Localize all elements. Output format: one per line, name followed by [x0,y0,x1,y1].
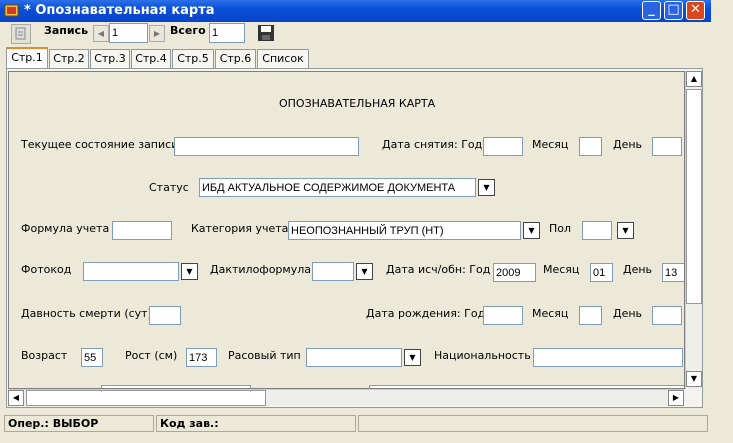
dactyl-formula-label: Дактилоформула [210,263,311,276]
status-bar: Опер.: ВЫБОР Код зав.: [0,413,711,433]
entry-day-field[interactable]: 13 [662,263,684,282]
tab-page-1[interactable]: Стр.1 [6,47,48,68]
height-field[interactable]: 173 [186,348,217,367]
current-state-label: Текущее состояние записи [21,138,179,151]
tab-page-3[interactable]: Стр.3 [90,49,130,68]
birth-year-label: Дата рождения: Год [366,307,486,320]
prev-record-button[interactable]: ◀ [93,25,109,42]
photocode-label: Фотокод [21,263,72,276]
entry-day-label: День [623,263,653,276]
entry-year-field[interactable]: 2009 [493,263,536,282]
form-area: ОПОЗНАВАТЕЛЬНАЯ КАРТА Текущее состояние … [8,71,685,389]
race-label: Расовый тип [228,349,301,362]
chevron-left-icon: ◀ [12,393,20,402]
minimize-button[interactable]: _ [642,1,661,20]
status-operation: Опер.: ВЫБОР [4,415,154,432]
account-formula-label: Формула учета [21,222,110,235]
race-select[interactable] [306,348,402,367]
chevron-down-icon: ▼ [622,226,629,235]
print-icon [15,27,26,40]
vertical-scrollbar[interactable]: ▲ ▼ [685,71,702,389]
next-record-button[interactable]: ▶ [149,25,165,42]
chevron-down-icon: ▼ [690,374,698,383]
age-field[interactable]: 55 [81,348,103,367]
chevron-up-icon: ▲ [690,74,698,83]
tab-page-2[interactable]: Стр.2 [49,49,89,68]
save-icon [258,25,274,41]
chevron-right-icon: ▶ [672,393,680,402]
close-button[interactable]: ✕ [686,1,705,20]
photocode-dropdown-button[interactable]: ▼ [181,263,198,280]
dactyl-formula-select[interactable] [312,262,354,281]
removal-year-field[interactable] [483,137,523,156]
main-window: * Опознавательная карта _ □ ✕ Запись ◀ 1… [0,0,711,443]
chevron-down-icon: ▼ [409,353,416,362]
birth-day-field[interactable] [652,306,682,325]
scroll-left-button[interactable]: ◀ [8,390,24,406]
account-category-label: Категория учета [191,222,289,235]
record-label: Запись [44,24,89,37]
form-heading: ОПОЗНАВАТЕЛЬНАЯ КАРТА [279,97,436,110]
removal-month-field[interactable] [579,137,602,156]
status-label: Статус [149,181,189,194]
window-title: * Опознавательная карта [24,3,215,18]
account-formula-field[interactable] [112,221,172,240]
sex-dropdown-button[interactable]: ▼ [617,222,634,239]
account-category-dropdown-button[interactable]: ▼ [523,222,540,239]
chevron-down-icon: ▼ [483,183,490,192]
horizontal-scroll-thumb[interactable] [26,390,266,406]
photocode-select[interactable] [83,262,179,281]
scroll-up-button[interactable]: ▲ [686,71,702,87]
entry-year-label: Дата исч/обн: Год [386,263,491,276]
status-select[interactable]: ИБД АКТУАЛЬНОЕ СОДЕРЖИМОЕ ДОКУМЕНТА [199,178,476,197]
title-bar[interactable]: * Опознавательная карта _ □ ✕ [0,0,711,22]
status-dropdown-button[interactable]: ▼ [478,179,495,196]
vertical-scroll-thumb[interactable] [686,89,702,304]
print-button[interactable] [11,24,31,44]
current-state-field[interactable] [174,137,359,156]
nationality-label: Национальность [434,349,531,362]
removal-month-label: Месяц [532,138,569,151]
race-dropdown-button[interactable]: ▼ [404,349,421,366]
tab-list[interactable]: Список [257,49,309,68]
nationality-select[interactable] [533,348,683,367]
birth-month-label: Месяц [532,307,569,320]
height-label: Рост (см) [125,349,178,362]
age-label: Возраст [21,349,68,362]
account-category-select[interactable]: НЕОПОЗНАННЫЙ ТРУП (НТ) [288,221,521,240]
scroll-down-button[interactable]: ▼ [686,371,702,387]
dactyl-formula-dropdown-button[interactable]: ▼ [356,263,373,280]
death-age-label: Давность смерти (сут) [21,307,152,320]
entry-month-label: Месяц [543,263,580,276]
horizontal-scrollbar[interactable]: ◀ ▶ [8,389,685,406]
tab-page-4[interactable]: Стр.4 [131,49,171,68]
scroll-right-button[interactable]: ▶ [668,390,684,406]
record-number-field[interactable]: 1 [109,23,148,43]
toolbar: Запись ◀ 1 ▶ Всего 1 [0,22,711,48]
removal-day-label: День [613,138,643,151]
app-icon [4,4,19,17]
birth-month-field[interactable] [579,306,602,325]
sex-label: Пол [549,222,572,235]
removal-day-field[interactable] [652,137,682,156]
chevron-down-icon: ▼ [361,267,368,276]
status-empty-panel [358,415,708,432]
total-label: Всего [170,24,206,37]
tab-page-5[interactable]: Стр.5 [172,49,214,68]
removal-year-label: Дата снятия: Год [382,138,483,151]
birth-day-label: День [613,307,643,320]
total-field: 1 [209,23,245,43]
save-button[interactable] [257,24,277,44]
right-arrow-icon: ▶ [153,29,161,38]
entry-month-field[interactable]: 01 [590,263,613,282]
maximize-button[interactable]: □ [664,1,683,20]
tab-page-6[interactable]: Стр.6 [215,49,256,68]
status-code: Код зав.: [156,415,356,432]
chevron-down-icon: ▼ [186,267,193,276]
left-arrow-icon: ◀ [97,29,105,38]
chevron-down-icon: ▼ [528,226,535,235]
sex-select[interactable] [582,221,612,240]
death-age-field[interactable] [149,306,181,325]
birth-year-field[interactable] [483,306,523,325]
